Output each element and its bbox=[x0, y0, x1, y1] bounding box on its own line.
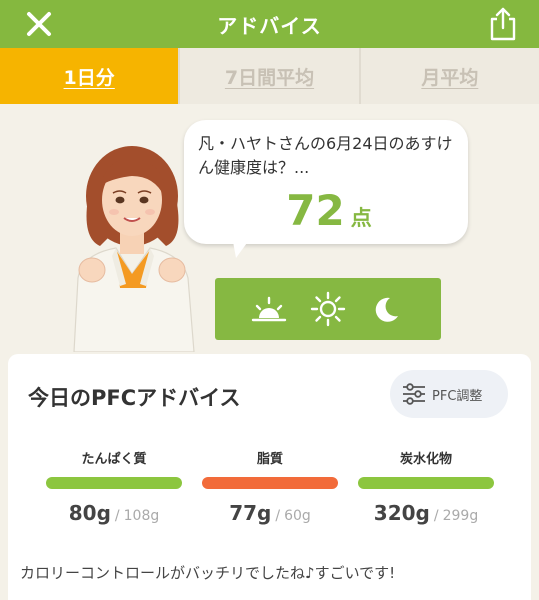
close-icon bbox=[27, 12, 51, 36]
nutrient-value: 77g bbox=[229, 501, 272, 525]
sliders-icon bbox=[403, 383, 425, 405]
tab-1day[interactable]: 1日分 bbox=[0, 48, 179, 104]
nutrient-target: 60g bbox=[284, 508, 311, 524]
nutrient-value: 80g bbox=[68, 501, 111, 525]
tab-monthly-average[interactable]: 月平均 bbox=[358, 48, 539, 104]
nutrient-separator: / bbox=[275, 508, 281, 524]
nutrient-name: 脂質 bbox=[256, 452, 283, 467]
speech-bubble-tail bbox=[232, 236, 252, 258]
time-of-day-selector bbox=[215, 278, 441, 340]
period-tabs: 1日分 7日間平均 月平均 bbox=[0, 48, 539, 104]
health-score: 72 点 bbox=[184, 186, 468, 235]
nutrient-protein: たんぱく質 80g / 108g bbox=[46, 448, 182, 525]
nutrient-separator: / bbox=[114, 508, 120, 524]
nutrient-value: 320g bbox=[373, 501, 430, 525]
nutrient-target: 299g bbox=[442, 508, 479, 524]
pfc-advice-card: 今日のPFCアドバイス PFC調整 たんぱく質 80g / 108g 脂質 77… bbox=[8, 354, 531, 600]
nutrient-fat: 脂質 77g / 60g bbox=[202, 448, 338, 525]
pfc-adjust-button[interactable]: PFC調整 bbox=[390, 370, 508, 418]
app-header: アドバイス bbox=[0, 0, 539, 48]
nutrient-name: たんぱく質 bbox=[81, 452, 147, 467]
nutrient-target: 108g bbox=[123, 508, 160, 524]
share-button[interactable] bbox=[483, 4, 523, 44]
nutrient-bar bbox=[202, 477, 338, 489]
sun-icon[interactable] bbox=[308, 289, 348, 329]
moon-icon[interactable] bbox=[367, 289, 407, 329]
share-icon bbox=[490, 7, 516, 41]
pfc-card-title: 今日のPFCアドバイス bbox=[28, 386, 241, 410]
nutrient-carbohydrate: 炭水化物 320g / 299g bbox=[358, 448, 494, 525]
tab-7day-average[interactable]: 7日間平均 bbox=[178, 48, 358, 104]
pfc-advice-text: カロリーコントロールがバッチリでしたね♪すごいです! bbox=[20, 564, 396, 582]
health-score-message: 凡・ハヤトさんの6月24日のあすけん健康度は？... bbox=[198, 134, 453, 177]
nutrient-bar bbox=[358, 477, 494, 489]
speech-bubble: 凡・ハヤトさんの6月24日のあすけん健康度は？... 72 点 bbox=[184, 120, 468, 244]
nutrient-separator: / bbox=[433, 508, 439, 524]
page-title: アドバイス bbox=[217, 13, 322, 38]
score-unit: 点 bbox=[350, 206, 372, 230]
close-button[interactable] bbox=[22, 8, 56, 40]
sunrise-icon[interactable] bbox=[249, 289, 289, 329]
nutrient-bar bbox=[46, 477, 182, 489]
pfc-adjust-label: PFC調整 bbox=[432, 388, 483, 404]
score-value: 72 bbox=[286, 186, 345, 235]
nutrient-name: 炭水化物 bbox=[399, 452, 452, 467]
